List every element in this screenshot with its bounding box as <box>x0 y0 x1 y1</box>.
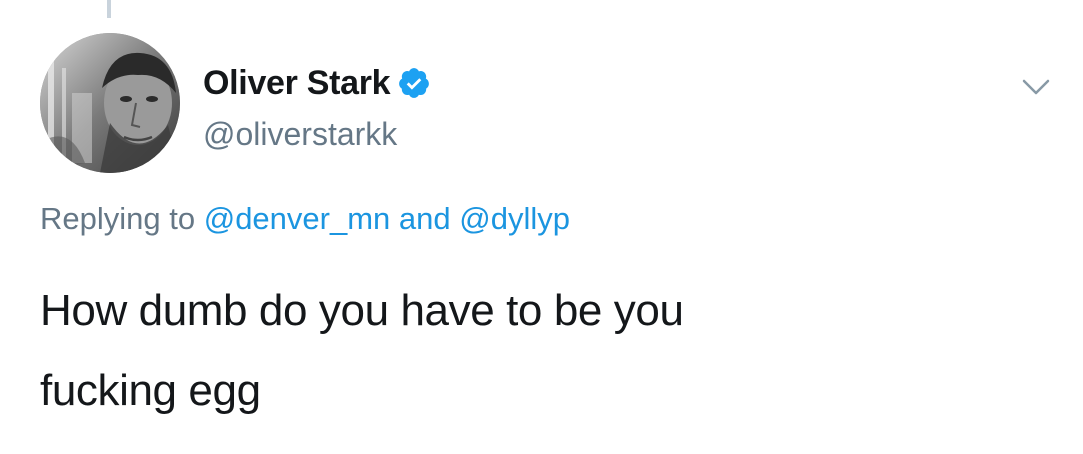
author-name-row[interactable]: Oliver Stark <box>203 58 431 108</box>
and-conjunction[interactable]: and <box>399 201 451 236</box>
verified-badge-icon <box>399 68 430 98</box>
tweet-text-line: fucking egg <box>40 366 261 415</box>
display-name[interactable]: Oliver Stark <box>203 58 391 108</box>
thread-connector-line <box>107 0 111 18</box>
mention-link-denver-mn[interactable]: @denver_mn <box>204 201 391 236</box>
author-handle[interactable]: @oliverstarkk <box>203 112 397 156</box>
tweet-body: How dumb do you have to be you fucking e… <box>40 271 1040 431</box>
avatar[interactable] <box>40 33 180 173</box>
replying-to-line: Replying to @denver_mn and @dyllyp <box>40 197 570 241</box>
tweet-text-line: How dumb do you have to be you <box>40 286 684 335</box>
mention-link-dyllyp[interactable]: @dyllyp <box>459 201 570 236</box>
avatar-image <box>40 33 180 173</box>
replying-to-label: Replying to <box>40 201 196 236</box>
chevron-down-icon[interactable] <box>1018 72 1054 102</box>
tweet-card: Oliver Stark @oliverstarkk Replying to @… <box>0 0 1083 454</box>
